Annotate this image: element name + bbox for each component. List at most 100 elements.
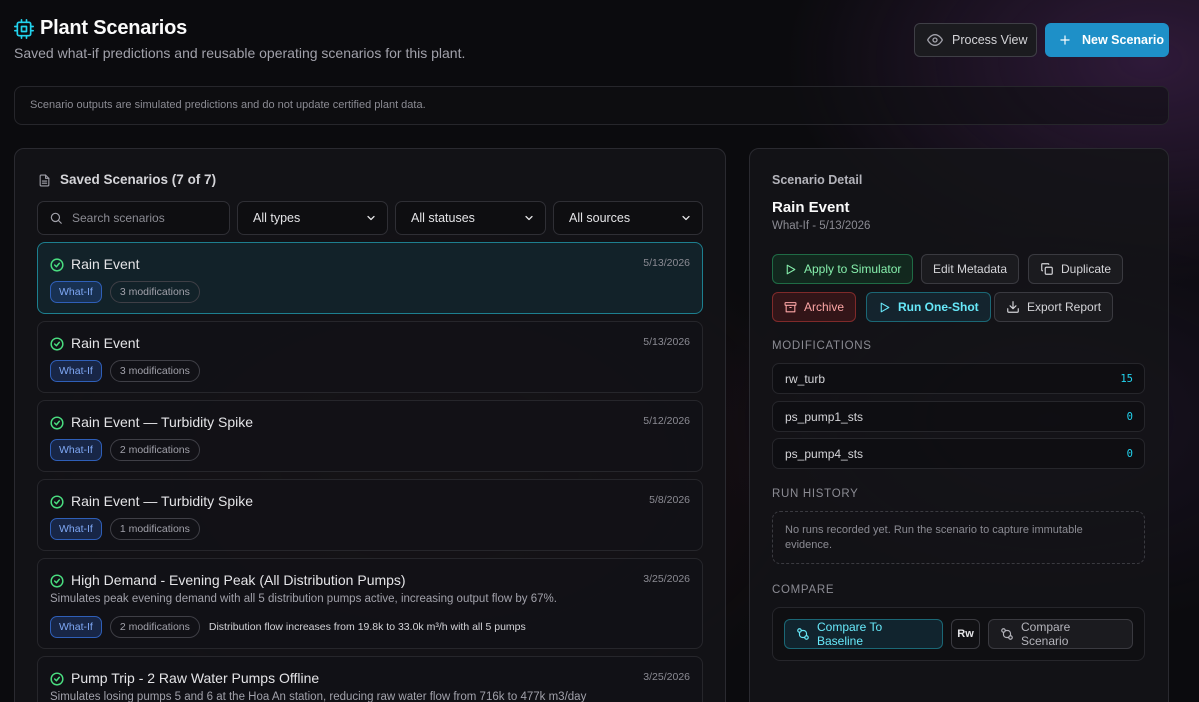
- chevron-down-icon: [680, 212, 692, 224]
- export-report-button[interactable]: Export Report: [994, 292, 1114, 322]
- eye-icon: [927, 32, 943, 48]
- detail-scenario-name: Rain Event: [772, 199, 850, 216]
- chevron-down-icon: [365, 212, 377, 224]
- apply-label: Apply to Simulator: [804, 262, 902, 276]
- archive-label: Archive: [804, 300, 845, 314]
- scenario-type-badge: What-If: [50, 616, 102, 638]
- scenario-description: Simulates losing pumps 5 and 6 at the Ho…: [50, 691, 587, 702]
- play-icon: [878, 301, 891, 314]
- compare-scenario-label: Compare Scenario: [1021, 620, 1071, 648]
- git-compare-icon: [796, 627, 810, 641]
- type-filter-select[interactable]: All types: [237, 201, 388, 235]
- scenario-card[interactable]: Rain Event — Turbidity Spike 5/8/2026 Wh…: [37, 479, 703, 551]
- document-icon: [38, 173, 51, 188]
- download-icon: [1006, 300, 1020, 314]
- scenario-date: 5/13/2026: [643, 257, 690, 269]
- new-scenario-label: New Scenario: [1082, 33, 1164, 47]
- process-view-button[interactable]: Process View: [914, 23, 1037, 57]
- modifications-badge: 2 modifications: [109, 439, 200, 461]
- page-subtitle: Saved what-if predictions and reusable o…: [14, 45, 466, 61]
- search-input[interactable]: [72, 211, 222, 225]
- modification-row: rw_turb 15: [772, 363, 1145, 394]
- process-view-label: Process View: [952, 33, 1028, 47]
- scenario-card[interactable]: Rain Event — Turbidity Spike 5/12/2026 W…: [37, 400, 703, 472]
- edit-metadata-button[interactable]: Edit Metadata: [921, 254, 1020, 284]
- scenario-name: Rain Event — Turbidity Spike: [71, 493, 254, 509]
- modification-value: 0: [1126, 410, 1133, 423]
- scenario-description: Simulates peak evening demand with all 5…: [50, 593, 557, 605]
- check-circle-icon: [50, 495, 64, 509]
- search-box[interactable]: [37, 201, 230, 235]
- modification-tag: ps_pump1_sts: [785, 409, 864, 424]
- modifications-badge: 1 modifications: [109, 518, 200, 540]
- apply-to-simulator-button[interactable]: Apply to Simulator: [772, 254, 914, 284]
- run-history-empty: No runs recorded yet. Run the scenario t…: [772, 511, 1145, 564]
- scenario-name: Rain Event: [71, 335, 140, 351]
- new-scenario-button[interactable]: New Scenario: [1045, 23, 1169, 57]
- archive-icon: [784, 301, 797, 314]
- modification-row: ps_pump1_sts 0: [772, 401, 1145, 432]
- scenario-card[interactable]: High Demand - Evening Peak (All Distribu…: [37, 558, 703, 649]
- scenario-name: Pump Trip - 2 Raw Water Pumps Offline: [71, 670, 320, 686]
- detail-label: Scenario Detail: [772, 173, 863, 187]
- check-circle-icon: [50, 574, 64, 588]
- check-circle-icon: [50, 258, 64, 272]
- status-filter-value: All statuses: [411, 211, 475, 225]
- compare-target-select[interactable]: Rw: [951, 619, 980, 649]
- modifications-heading: MODIFICATIONS: [772, 340, 872, 352]
- check-circle-icon: [50, 416, 64, 430]
- compare-scenario-button[interactable]: Compare Scenario: [988, 619, 1133, 649]
- source-filter-select[interactable]: All sources: [553, 201, 703, 235]
- check-circle-icon: [50, 672, 64, 686]
- scenario-name: High Demand - Evening Peak (All Distribu…: [71, 572, 406, 588]
- detail-scenario-subtitle: What-If - 5/13/2026: [772, 220, 871, 232]
- modification-value: 15: [1120, 372, 1133, 385]
- play-icon: [784, 263, 797, 276]
- scenario-type-badge: What-If: [50, 281, 102, 303]
- scenario-type-badge: What-If: [50, 439, 102, 461]
- modification-value: 0: [1126, 447, 1133, 460]
- status-filter-select[interactable]: All statuses: [395, 201, 546, 235]
- scenario-card[interactable]: Rain Event 5/13/2026 What-If 3 modificat…: [37, 242, 703, 314]
- type-filter-value: All types: [253, 211, 301, 225]
- modification-tag: rw_turb: [785, 371, 826, 386]
- scenario-date: 5/13/2026: [643, 336, 690, 348]
- scenario-type-badge: What-If: [50, 360, 102, 382]
- scenario-type-badge: What-If: [50, 518, 102, 540]
- scenario-date: 5/8/2026: [649, 494, 690, 506]
- compare-baseline-label: Compare To Baseline: [817, 620, 883, 648]
- cpu-icon: [14, 19, 34, 39]
- modifications-badge: 2 modifications: [109, 616, 200, 638]
- search-icon: [49, 211, 63, 225]
- scenario-card[interactable]: Pump Trip - 2 Raw Water Pumps Offline 3/…: [37, 656, 703, 702]
- compare-to-baseline-button[interactable]: Compare To Baseline: [784, 619, 943, 649]
- scenario-name: Rain Event — Turbidity Spike: [71, 414, 254, 430]
- scenario-date: 3/25/2026: [643, 671, 690, 683]
- scenario-date: 5/12/2026: [643, 415, 690, 427]
- page-title: Plant Scenarios: [40, 17, 188, 39]
- modification-tag: ps_pump4_sts: [785, 446, 864, 461]
- scenario-name: Rain Event: [71, 256, 140, 272]
- modification-row: ps_pump4_sts 0: [772, 438, 1145, 469]
- copy-icon: [1040, 262, 1054, 276]
- simulation-notice: Scenario outputs are simulated predictio…: [14, 86, 1169, 125]
- modifications-badge: 3 modifications: [109, 360, 200, 382]
- git-compare-icon: [1000, 627, 1014, 641]
- saved-scenarios-title: Saved Scenarios (7 of 7): [60, 172, 217, 187]
- run-one-shot-button[interactable]: Run One-Shot: [866, 292, 991, 322]
- run-history-heading: RUN HISTORY: [772, 488, 859, 500]
- check-circle-icon: [50, 337, 64, 351]
- source-filter-value: All sources: [569, 211, 631, 225]
- archive-button[interactable]: Archive: [772, 292, 857, 322]
- scenario-date: 3/25/2026: [643, 573, 690, 585]
- chevron-down-icon: [523, 212, 535, 224]
- plus-icon: [1058, 33, 1072, 47]
- scenario-card[interactable]: Rain Event 5/13/2026 What-If 3 modificat…: [37, 321, 703, 393]
- scenario-impact-note: Distribution flow increases from 19.8k t…: [208, 621, 526, 633]
- edit-metadata-label: Edit Metadata: [933, 262, 1008, 276]
- duplicate-label: Duplicate: [1061, 262, 1112, 276]
- compare-heading: COMPARE: [772, 584, 835, 596]
- modifications-badge: 3 modifications: [109, 281, 200, 303]
- export-report-label: Export Report: [1027, 300, 1102, 314]
- duplicate-button[interactable]: Duplicate: [1028, 254, 1124, 284]
